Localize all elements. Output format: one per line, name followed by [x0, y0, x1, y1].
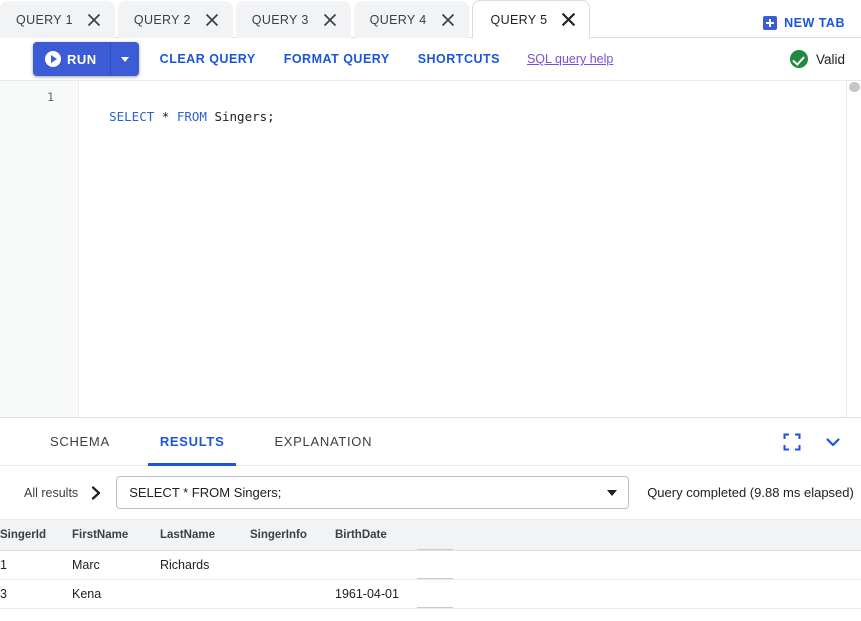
column-header-firstname[interactable]: FirstName	[72, 520, 160, 550]
tab-explanation[interactable]: EXPLANATION	[274, 418, 372, 466]
close-icon[interactable]	[204, 12, 220, 28]
editor-gutter: 1	[0, 81, 79, 417]
dropdown-arrow-icon	[607, 490, 617, 496]
query-status-text: Query completed (9.88 ms elapsed)	[647, 485, 854, 500]
editor-code-area[interactable]: SELECT * FROM Singers;	[79, 81, 861, 417]
play-icon	[45, 51, 61, 67]
query-select-dropdown[interactable]: SELECT * FROM Singers;	[116, 476, 629, 509]
scrollbar-thumb[interactable]	[849, 82, 860, 92]
new-tab-button[interactable]: NEW TAB	[763, 16, 845, 30]
tab-label: QUERY 1	[16, 13, 73, 27]
new-tab-label: NEW TAB	[784, 16, 845, 30]
column-header-birthdate[interactable]: BirthDate	[335, 520, 417, 550]
run-options-dropdown[interactable]	[111, 42, 139, 76]
plus-icon	[763, 16, 777, 30]
line-number: 1	[0, 88, 78, 107]
cell-singerid: 3	[0, 579, 72, 608]
results-panel: SCHEMA RESULTS EXPLANATION All results	[0, 417, 861, 620]
run-button-label: RUN	[67, 52, 97, 67]
tab-label: QUERY 2	[134, 13, 191, 27]
cell-firstname: Kena	[72, 579, 160, 608]
tab-query-5[interactable]: QUERY 5	[472, 0, 591, 38]
close-icon[interactable]	[560, 12, 576, 28]
check-circle-icon	[790, 50, 808, 68]
format-query-button[interactable]: FORMAT QUERY	[284, 52, 390, 66]
run-button-main[interactable]: RUN	[33, 42, 111, 76]
cell-singerid: 1	[0, 550, 72, 579]
sql-keyword-select: SELECT	[109, 109, 154, 124]
tab-query-3[interactable]: QUERY 3	[236, 1, 351, 38]
close-icon[interactable]	[322, 12, 338, 28]
cell-empty	[417, 550, 861, 579]
all-results-label[interactable]: All results	[24, 486, 78, 500]
shortcuts-button[interactable]: SHORTCUTS	[418, 52, 500, 66]
column-header-singerid[interactable]: SingerId	[0, 520, 72, 550]
table-header-row: SingerId FirstName LastName SingerInfo B…	[0, 520, 861, 550]
run-button[interactable]: RUN	[33, 42, 139, 76]
sql-editor[interactable]: 1 SELECT * FROM Singers;	[0, 80, 861, 417]
close-icon[interactable]	[86, 12, 102, 28]
cell-lastname: Richards	[160, 550, 250, 579]
fullscreen-icon[interactable]	[783, 433, 801, 451]
column-header-empty	[417, 520, 861, 550]
chevron-down-icon[interactable]	[823, 432, 843, 452]
cell-firstname: Marc	[72, 550, 160, 579]
cell-singerinfo	[250, 579, 335, 608]
query-select-value: SELECT * FROM Singers;	[129, 485, 607, 500]
cell-singerinfo	[250, 550, 335, 579]
status-badge: Valid	[816, 52, 845, 67]
cell-birthdate: 1961-04-01	[335, 579, 417, 608]
sql-query-help-link[interactable]: SQL query help	[527, 52, 613, 66]
sql-text-table: Singers;	[207, 109, 275, 124]
table-row[interactable]: 1 Marc Richards	[0, 550, 861, 579]
tab-schema[interactable]: SCHEMA	[50, 418, 110, 466]
results-table: SingerId FirstName LastName SingerInfo B…	[0, 520, 861, 609]
results-tab-bar: SCHEMA RESULTS EXPLANATION	[0, 418, 861, 466]
query-toolbar: RUN CLEAR QUERY FORMAT QUERY SHORTCUTS S…	[0, 38, 861, 80]
tab-query-1[interactable]: QUERY 1	[0, 1, 115, 38]
tab-query-4[interactable]: QUERY 4	[354, 1, 469, 38]
query-tab-strip: QUERY 1 QUERY 2 QUERY 3 QUERY 4 QUERY 5 …	[0, 0, 861, 38]
column-header-singerinfo[interactable]: SingerInfo	[250, 520, 335, 550]
tab-label: QUERY 4	[370, 13, 427, 27]
results-query-selector-bar: All results SELECT * FROM Singers; Query…	[0, 466, 861, 520]
results-table-container: SingerId FirstName LastName SingerInfo B…	[0, 520, 861, 609]
close-icon[interactable]	[440, 12, 456, 28]
editor-vertical-scrollbar[interactable]	[846, 81, 861, 417]
sql-text-star: *	[154, 109, 177, 124]
table-row[interactable]: 3 Kena 1961-04-01	[0, 579, 861, 608]
tab-label: QUERY 5	[491, 13, 548, 27]
cell-empty	[417, 579, 861, 608]
column-header-lastname[interactable]: LastName	[160, 520, 250, 550]
tab-label: QUERY 3	[252, 13, 309, 27]
sql-keyword-from: FROM	[177, 109, 207, 124]
cell-lastname	[160, 579, 250, 608]
chevron-right-icon	[89, 485, 103, 501]
cell-birthdate	[335, 550, 417, 579]
clear-query-button[interactable]: CLEAR QUERY	[160, 52, 256, 66]
query-validity-status: Valid	[790, 50, 845, 68]
results-actions	[783, 432, 843, 452]
tab-results[interactable]: RESULTS	[160, 418, 225, 466]
tab-query-2[interactable]: QUERY 2	[118, 1, 233, 38]
